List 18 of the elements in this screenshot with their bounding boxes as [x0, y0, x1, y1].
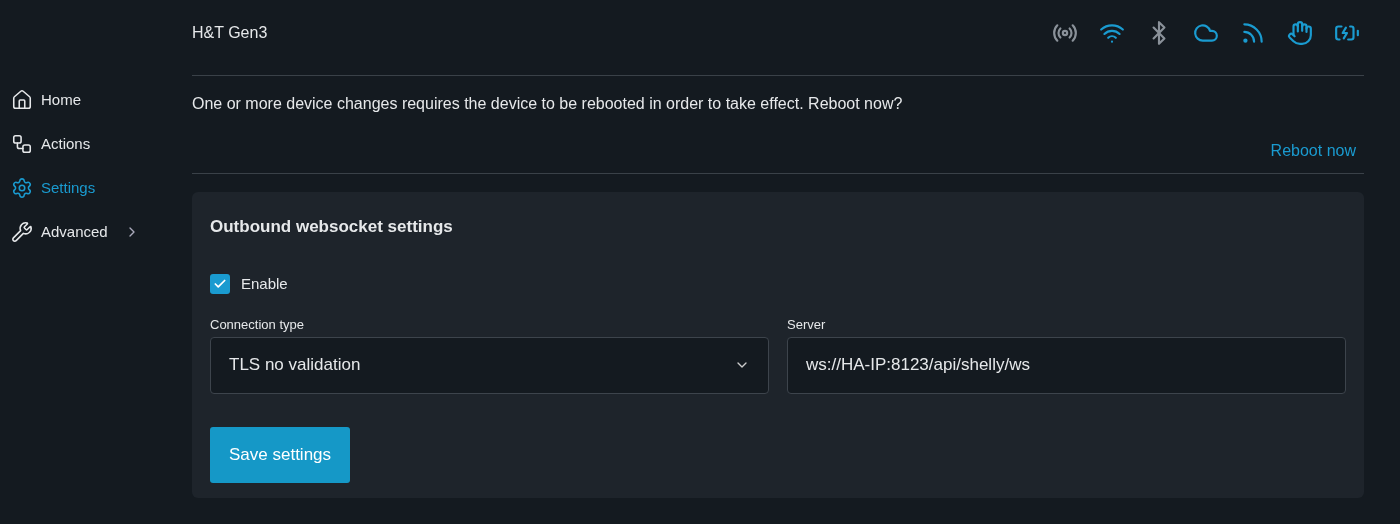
enable-label: Enable [241, 273, 288, 294]
hand-icon[interactable] [1287, 19, 1313, 46]
wrench-icon [11, 221, 33, 243]
sidebar-item[interactable]: Settings [0, 166, 192, 210]
gear-icon [11, 177, 33, 199]
card-title: Outbound websocket settings [210, 216, 454, 238]
field-label: Server [787, 316, 827, 334]
connection-type-dropdown[interactable]: TLS no validation [210, 336, 769, 394]
enable-checkbox[interactable] [210, 273, 230, 294]
field-label: Connection type [210, 316, 305, 334]
reboot-message: One or more device changes requires the device to be rebooted in order to take effect. Reboot now? [192, 94, 904, 114]
home-icon [11, 89, 33, 111]
sidebar-item[interactable]: Home [0, 78, 192, 122]
reboot-now-link[interactable]: Reboot now [1270, 139, 1356, 163]
server-field[interactable]: ws://HA-IP:8123/api/shelly/ws [787, 336, 1346, 394]
sidebar-item[interactable]: Actions [0, 122, 192, 166]
sidebar-item[interactable]: Advanced [0, 210, 192, 254]
device-title: H&T Gen3 [192, 22, 268, 43]
